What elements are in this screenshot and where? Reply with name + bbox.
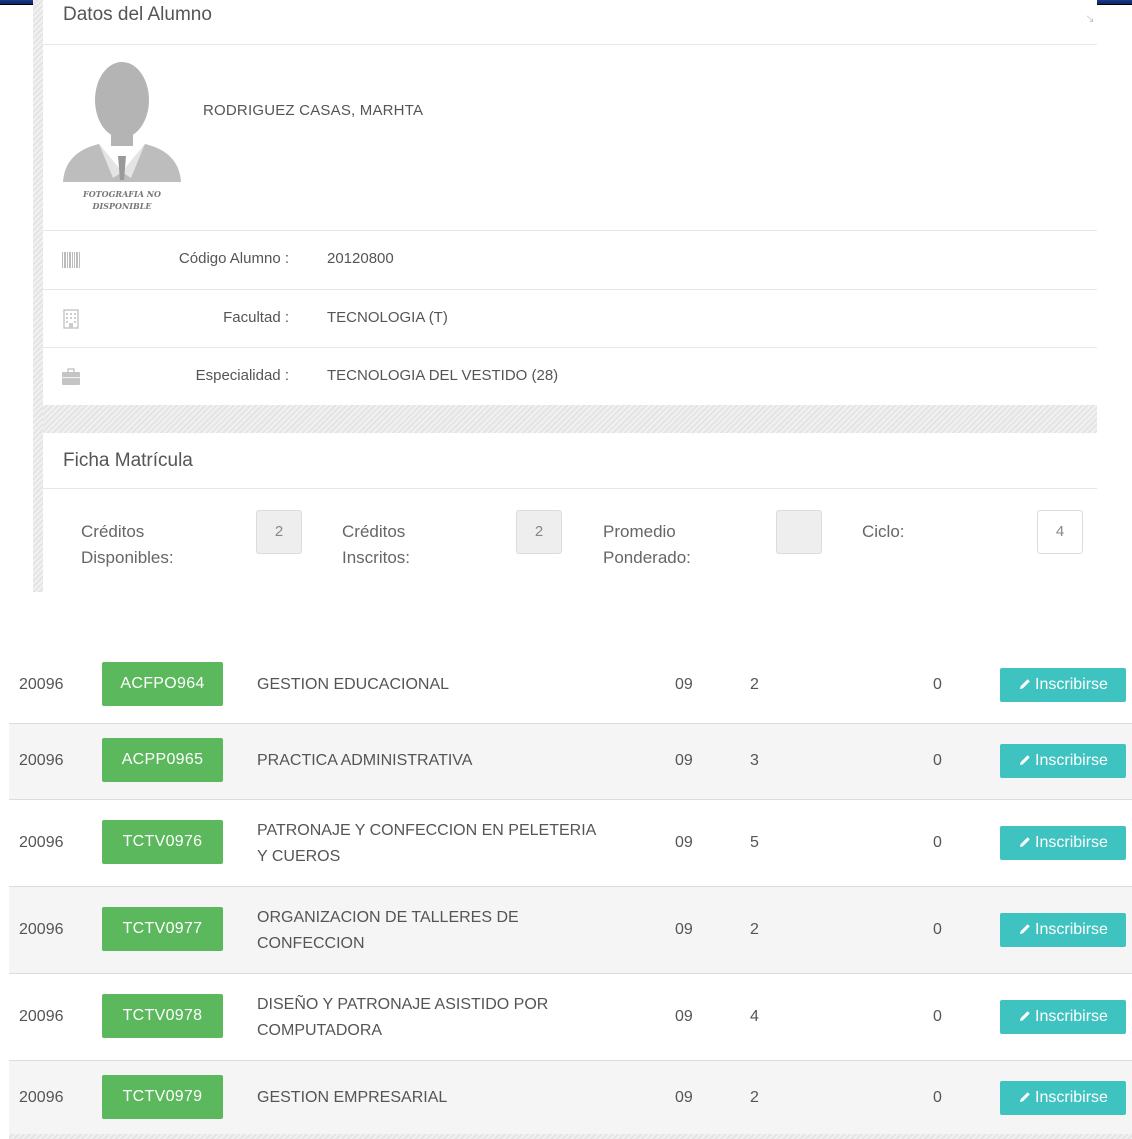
enrolled-cell: 0 (933, 1008, 942, 1025)
pencil-icon (1020, 837, 1030, 847)
section-separator (43, 405, 1097, 433)
course-name: GESTION EMPRESARIAL (257, 1089, 448, 1106)
stat-label-promedio-ponderado: Promedio Ponderado: (603, 522, 691, 567)
stat-value-creditos-disponibles: 2 (256, 510, 302, 554)
section-cell: 09 (675, 1089, 693, 1106)
pencil-icon (1020, 1011, 1030, 1021)
credits-cell: 5 (750, 834, 759, 851)
student-name: RODRIGUEZ CASAS, MARHTA (203, 102, 424, 119)
stat-label-creditos-disponibles: Créditos Disponibles: (81, 522, 174, 567)
section-cell: 09 (675, 676, 693, 693)
enrolled-cell: 0 (933, 752, 942, 769)
stat-label-ciclo: Ciclo: (862, 522, 905, 541)
credits-cell: 3 (750, 752, 759, 769)
table-row: 20096 TCTV0976 PATRONAJE Y CONFECCION EN… (9, 799, 1132, 886)
enrolled-cell: 0 (933, 834, 942, 851)
period-cell: 20096 (19, 1089, 64, 1106)
section-cell: 09 (675, 921, 693, 938)
period-cell: 20096 (19, 1008, 64, 1025)
period-cell: 20096 (19, 834, 64, 851)
photo-caption: FOTOGRAFIA NO (83, 189, 161, 199)
photo-caption: DISPONIBLE (92, 201, 152, 211)
building-icon (63, 309, 79, 329)
info-row-codigo: Código Alumno : 20120800 (43, 231, 1097, 289)
enroll-button[interactable]: Inscribirse (1000, 1081, 1126, 1115)
table-row: 20096 TCTV0979 GESTION EMPRESARIAL 09 2 … (9, 1060, 1132, 1136)
student-panel: Datos del Alumno ↘ FOTOGRAFIA NO DISPONI… (33, 0, 1097, 592)
enrolled-cell: 0 (933, 921, 942, 938)
enrolled-cell: 0 (933, 676, 942, 693)
table-row: 20096 TCTV0978 DISEÑO Y PATRONAJE ASISTI… (9, 973, 1132, 1060)
course-code-badge: ACFPO964 (102, 662, 223, 706)
section-cell: 09 (675, 752, 693, 769)
field-value: TECNOLOGIA (T) (327, 309, 448, 326)
field-value: 20120800 (327, 250, 394, 267)
course-code-badge: TCTV0976 (102, 820, 223, 864)
field-value: TECNOLOGIA DEL VESTIDO (28) (327, 367, 559, 384)
pencil-icon (1020, 679, 1030, 689)
course-name: ORGANIZACION DE TALLERES DE CONFECCION (257, 909, 519, 952)
enrolled-cell: 0 (933, 1089, 942, 1106)
table-row: 20096 TCTV0977 ORGANIZACION DE TALLERES … (9, 886, 1132, 973)
panel-title: Datos del Alumno (63, 4, 212, 25)
student-photo-placeholder: FOTOGRAFIA NO DISPONIBLE (61, 60, 183, 218)
info-row-especialidad: Especialidad : TECNOLOGIA DEL VESTIDO (2… (43, 348, 1097, 406)
divider (43, 488, 1097, 489)
stat-value-promedio-ponderado (776, 510, 822, 554)
pencil-icon (1020, 1092, 1030, 1102)
course-name: PATRONAJE Y CONFECCION EN PELETERIA Y CUE… (257, 822, 597, 865)
stat-value-creditos-inscritos: 2 (516, 510, 562, 554)
section-cell: 09 (675, 834, 693, 851)
field-label: Código Alumno : (178, 250, 289, 267)
section-cell: 09 (675, 1008, 693, 1025)
course-name: GESTION EDUCACIONAL (257, 676, 450, 693)
course-code-badge: TCTV0977 (102, 907, 223, 951)
table-row: 20096 ACFPO964 GESTION EDUCACIONAL 09 2 … (9, 648, 1132, 723)
enroll-button[interactable]: Inscribirse (1000, 913, 1126, 947)
divider (43, 44, 1097, 45)
info-row-facultad: Facultad : TECNOLOGIA (T) (43, 290, 1097, 348)
barcode-icon (62, 252, 80, 268)
course-code-badge: TCTV0979 (102, 1075, 223, 1119)
period-cell: 20096 (19, 676, 64, 693)
course-code-badge: ACPP0965 (102, 738, 223, 782)
credits-cell: 2 (750, 676, 759, 693)
credits-cell: 2 (750, 1089, 759, 1106)
course-name: PRACTICA ADMINISTRATIVA (257, 752, 473, 769)
table-row: 20096 ACPP0965 PRACTICA ADMINISTRATIVA 0… (9, 723, 1132, 799)
course-name: DISEÑO Y PATRONAJE ASISTIDO POR COMPUTADO… (257, 996, 549, 1039)
stat-label-creditos-inscritos: Créditos Inscritos: (342, 522, 411, 567)
pencil-icon (1020, 755, 1030, 765)
period-cell: 20096 (19, 921, 64, 938)
field-label: Facultad : (223, 309, 289, 326)
enroll-button[interactable]: Inscribirse (1000, 1000, 1126, 1034)
credits-cell: 2 (750, 921, 759, 938)
field-label: Especialidad : (195, 367, 289, 384)
ficha-title: Ficha Matrícula (63, 450, 193, 471)
collapse-icon[interactable]: ↘ (1083, 12, 1097, 26)
enroll-button[interactable]: Inscribirse (1000, 668, 1126, 702)
enroll-button[interactable]: Inscribirse (1000, 744, 1126, 778)
student-panel-body: Datos del Alumno ↘ FOTOGRAFIA NO DISPONI… (43, 0, 1097, 592)
period-cell: 20096 (19, 752, 64, 769)
credits-cell: 4 (750, 1008, 759, 1025)
enroll-button[interactable]: Inscribirse (1000, 826, 1126, 860)
briefcase-icon (62, 368, 80, 385)
pencil-icon (1020, 924, 1030, 934)
course-code-badge: TCTV0978 (102, 994, 223, 1038)
stat-value-ciclo: 4 (1037, 510, 1083, 554)
course-table: 20096 ACFPO964 GESTION EDUCACIONAL 09 2 … (9, 648, 1132, 1136)
table-bottom-border (9, 1134, 1132, 1139)
